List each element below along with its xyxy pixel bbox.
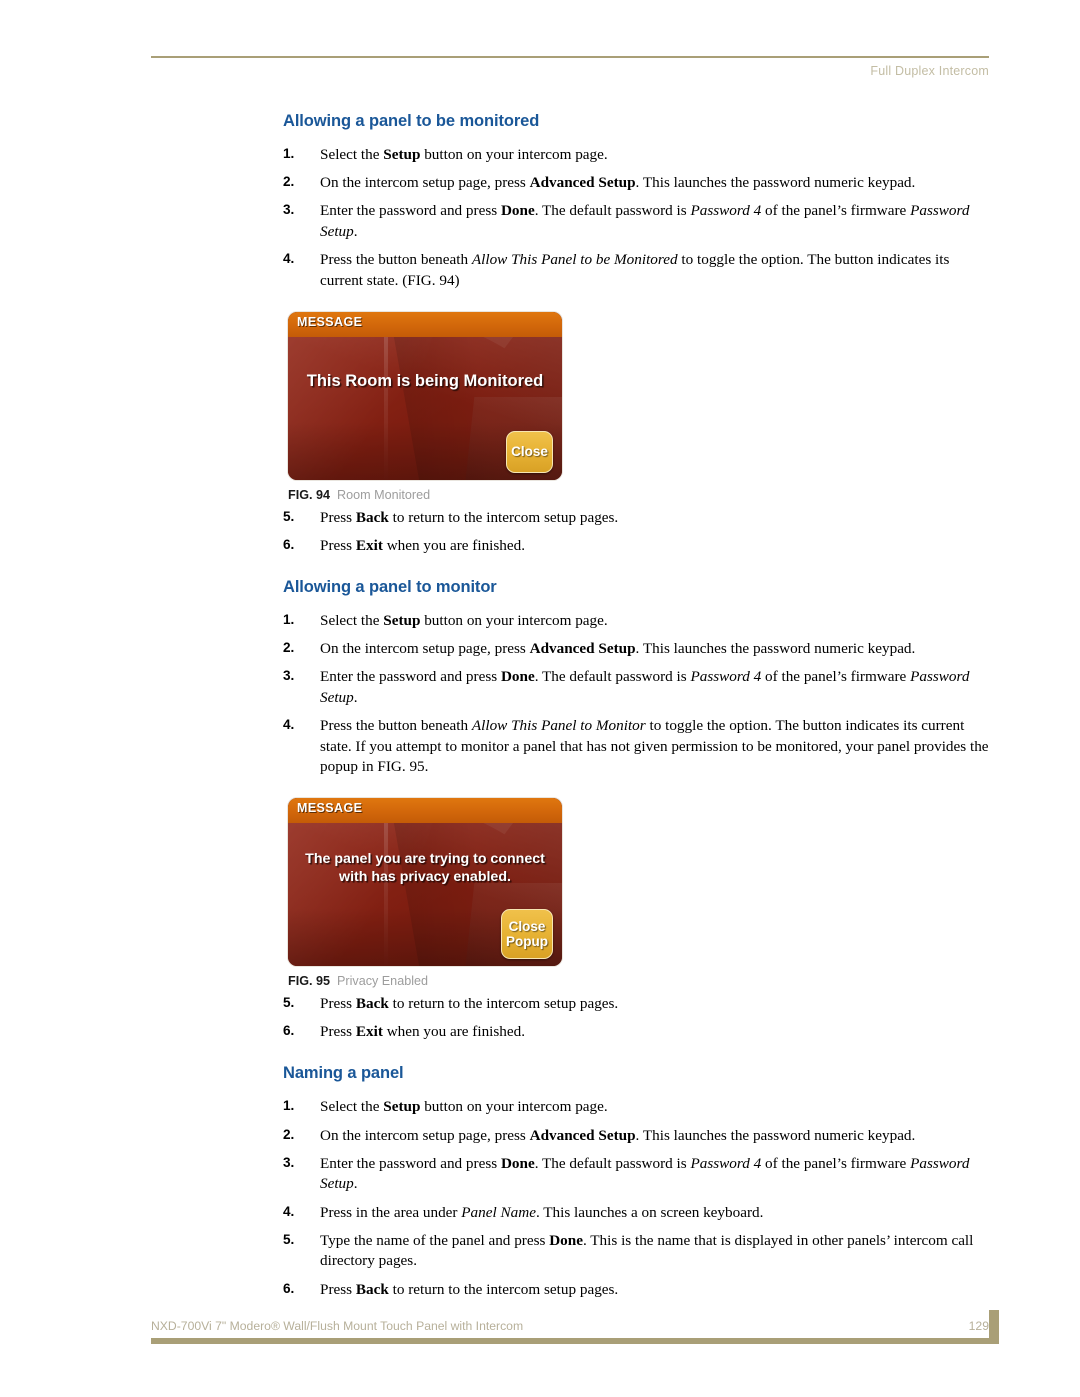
step-item: 1. Select the Setup button on your interc…	[283, 1097, 991, 1118]
popup-message-text: This Room is being Monitored	[306, 371, 544, 390]
step-number: 3.	[283, 668, 295, 684]
step-text: Type the name of the panel and press Don…	[320, 1231, 974, 1270]
close-button[interactable]: Close	[506, 430, 553, 473]
step-text: On the intercom setup page, press Advanc…	[320, 174, 916, 192]
step-list-allowing-panel-to-be-monitored: 1. Select the Setup button on your interc…	[283, 145, 991, 292]
step-text: Enter the password and press Done. The d…	[320, 202, 970, 241]
step-text: Enter the password and press Done. The d…	[320, 668, 970, 706]
step-list-naming-a-panel: 1. Select the Setup button on your interc…	[283, 1097, 991, 1300]
step-number: 3.	[283, 202, 295, 218]
step-text: On the intercom setup page, press Advanc…	[320, 640, 916, 658]
popup-body: This Room is being Monitored Close	[288, 336, 562, 480]
page-footer: NXD-700Vi 7" Modero® Wall/Flush Mount To…	[151, 1310, 999, 1344]
step-item: 5. Press Back to return to the intercom s…	[283, 994, 991, 1015]
page-content: Allowing a panel to be monitored 1. Selec…	[283, 112, 991, 1308]
step-item: 2. On the intercom setup page, press Adva…	[283, 639, 991, 660]
step-text: Press the button beneath Allow This Pane…	[320, 251, 950, 289]
step-item: 2. On the intercom setup page, press Adva…	[283, 173, 991, 194]
popup-titlebar: MESSAGE	[288, 798, 562, 824]
step-text: Select the Setup button on your intercom…	[320, 1098, 608, 1116]
step-text: Press Exit when you are finished.	[320, 536, 526, 554]
figure-94: MESSAGE This Room is being Monitored Clo…	[288, 311, 991, 502]
popup-titlebar-label: MESSAGE	[297, 314, 363, 329]
step-item: 4. Press the button beneath Allow This Pa…	[283, 716, 991, 778]
decorative-wedge-icon	[384, 336, 388, 480]
section-heading-allowing-panel-to-monitor: Allowing a panel to monitor	[283, 577, 497, 596]
step-item: 6. Press Exit when you are finished.	[283, 1022, 991, 1043]
step-number: 5.	[283, 995, 295, 1011]
step-number: 1.	[283, 146, 295, 161]
step-text: Press Back to return to the intercom set…	[320, 995, 619, 1013]
step-item: 3. Enter the password and press Done. The…	[283, 201, 991, 242]
decorative-wedge-icon	[288, 823, 441, 967]
step-number: 4.	[283, 251, 295, 267]
figure-95: MESSAGE The panel you are trying to conn…	[288, 798, 991, 988]
step-number: 6.	[283, 536, 295, 552]
step-list-after-figure-94: 5. Press Back to return to the intercom s…	[283, 508, 991, 557]
step-number: 3.	[283, 1154, 295, 1170]
figure-number: FIG. 94	[288, 487, 330, 502]
step-text: Press in the area under Panel Name. This…	[320, 1203, 764, 1221]
step-number: 2.	[283, 174, 295, 190]
step-number: 1.	[283, 611, 295, 627]
step-list-allowing-panel-to-monitor: 1. Select the Setup button on your interc…	[283, 611, 991, 778]
footer-edge-tab	[989, 1310, 999, 1344]
step-number: 5.	[283, 1231, 295, 1247]
popup-body: The panel you are trying to connect with…	[288, 823, 562, 967]
step-item: 6. Press Exit when you are finished.	[283, 536, 991, 557]
step-item: 5. Type the name of the panel and press D…	[283, 1231, 991, 1272]
step-number: 6.	[283, 1023, 295, 1039]
decorative-wedge-icon	[384, 823, 388, 967]
step-item: 2. On the intercom setup page, press Adva…	[283, 1126, 991, 1147]
step-number: 5.	[283, 508, 295, 524]
running-header-title: Full Duplex Intercom	[870, 64, 989, 78]
footer-rule	[151, 1310, 999, 1344]
figure-caption-text: Privacy Enabled	[337, 974, 429, 989]
section-heading-allowing-panel-to-be-monitored: Allowing a panel to be monitored	[283, 112, 540, 130]
step-item: 4. Press in the area under Panel Name. Th…	[283, 1203, 991, 1224]
decorative-wedge-icon	[288, 336, 441, 480]
step-number: 1.	[283, 1098, 295, 1114]
touch-panel-popup-privacy-enabled: MESSAGE The panel you are trying to conn…	[288, 798, 562, 967]
step-item: 1. Select the Setup button on your interc…	[283, 145, 991, 166]
popup-titlebar: MESSAGE	[288, 311, 562, 337]
touch-panel-popup-room-monitored: MESSAGE This Room is being Monitored Clo…	[288, 311, 562, 480]
step-item: 6. Press Back to return to the intercom s…	[283, 1280, 991, 1301]
step-text: Enter the password and press Done. The d…	[320, 1154, 970, 1193]
popup-message-text: The panel you are trying to connect with…	[305, 851, 545, 885]
figure-caption-text: Room Monitored	[337, 487, 431, 502]
step-text: Press Back to return to the intercom set…	[320, 508, 619, 526]
step-list-after-figure-95: 5. Press Back to return to the intercom s…	[283, 994, 991, 1043]
decorative-wedge-icon	[393, 336, 503, 480]
step-text: Press Exit when you are finished.	[320, 1023, 526, 1041]
section-heading-naming-a-panel: Naming a panel	[283, 1064, 404, 1083]
step-item: 4. Press the button beneath Allow This Pa…	[283, 250, 991, 291]
close-popup-button[interactable]: Close Popup	[501, 909, 553, 960]
step-text: Press Back to return to the intercom set…	[320, 1280, 619, 1298]
figure-number: FIG. 95	[288, 974, 330, 989]
step-item: 1. Select the Setup button on your interc…	[283, 611, 991, 632]
step-text: Press the button beneath Allow This Pane…	[320, 717, 989, 776]
decorative-wedge-icon	[393, 823, 503, 967]
step-text: Select the Setup button on your intercom…	[320, 611, 608, 629]
step-item: 3. Enter the password and press Done. The…	[283, 1154, 991, 1195]
step-number: 4.	[283, 1203, 295, 1219]
figure-caption: FIG. 95 Privacy Enabled	[288, 974, 991, 988]
step-item: 5. Press Back to return to the intercom s…	[283, 508, 991, 529]
step-text: On the intercom setup page, press Advanc…	[320, 1126, 916, 1144]
step-item: 3. Enter the password and press Done. The…	[283, 667, 991, 708]
page-header: Full Duplex Intercom	[151, 56, 989, 78]
step-number: 4.	[283, 717, 295, 733]
step-text: Select the Setup button on your intercom…	[320, 146, 608, 163]
footer-page-number: 129	[968, 1319, 989, 1333]
figure-caption: FIG. 94 Room Monitored	[288, 488, 991, 502]
step-number: 2.	[283, 1126, 295, 1142]
step-number: 6.	[283, 1280, 295, 1296]
footer-product-name: NXD-700Vi 7" Modero® Wall/Flush Mount To…	[151, 1319, 524, 1333]
popup-titlebar-label: MESSAGE	[297, 801, 363, 816]
step-number: 2.	[283, 640, 295, 656]
